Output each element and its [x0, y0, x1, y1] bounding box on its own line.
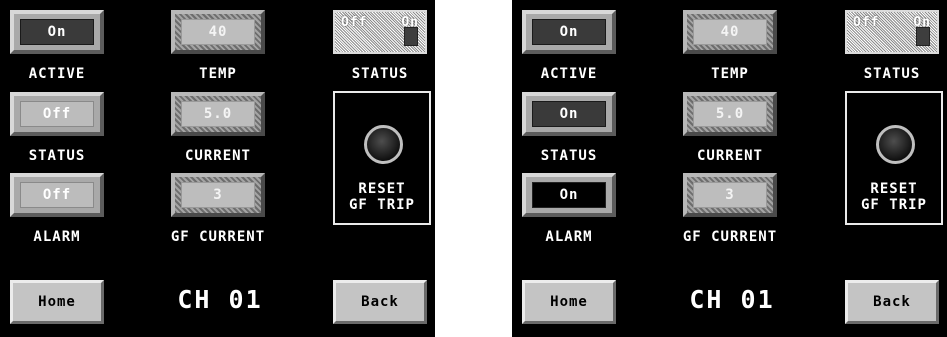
active-indicator[interactable]: On — [10, 10, 104, 54]
status-value: On — [532, 101, 606, 127]
home-button[interactable]: Home — [522, 280, 616, 324]
current-display: 5.0 — [171, 92, 265, 136]
alarm-value: On — [532, 182, 606, 208]
current-label: CURRENT — [696, 148, 763, 164]
alarm-indicator[interactable]: On — [522, 173, 616, 217]
reset-gf-trip-button[interactable]: RESET GF TRIP — [845, 91, 943, 225]
temp-value: 40 — [181, 19, 255, 45]
gf-current-display: 3 — [171, 173, 265, 217]
alarm-label: ALARM — [545, 229, 593, 245]
alarm-value: Off — [20, 182, 94, 208]
active-value: On — [20, 19, 94, 45]
active-indicator[interactable]: On — [522, 10, 616, 54]
temp-display: 40 — [171, 10, 265, 54]
alarm-label: ALARM — [33, 229, 81, 245]
status-toggle-off-text: Off — [853, 15, 880, 30]
temp-display: 40 — [683, 10, 777, 54]
current-display: 5.0 — [683, 92, 777, 136]
gf-current-display: 3 — [683, 173, 777, 217]
status-toggle-label: STATUS — [351, 66, 409, 82]
hmi-screen-left: On ACTIVE 40 TEMP Off On STATUS Off STAT… — [0, 0, 435, 337]
toggle-knob-icon — [404, 27, 418, 46]
gf-current-value: 3 — [693, 182, 767, 208]
channel-title: CH 01 — [689, 285, 775, 314]
status-indicator[interactable]: Off — [10, 92, 104, 136]
toggle-knob-icon — [916, 27, 930, 46]
gf-current-label: GF CURRENT — [170, 229, 266, 245]
status-toggle[interactable]: Off On — [845, 10, 939, 54]
home-button[interactable]: Home — [10, 280, 104, 324]
gf-current-label: GF CURRENT — [682, 229, 778, 245]
reset-knob-icon — [364, 125, 403, 164]
status-value: Off — [20, 101, 94, 127]
current-label: CURRENT — [184, 148, 251, 164]
reset-label-line1: RESET — [358, 181, 406, 197]
back-button[interactable]: Back — [845, 280, 939, 324]
hmi-screen-right: On ACTIVE 40 TEMP Off On STATUS On STATU… — [512, 0, 947, 337]
reset-gf-trip-button[interactable]: RESET GF TRIP — [333, 91, 431, 225]
reset-label-line1: RESET — [870, 181, 918, 197]
reset-label-line2: GF TRIP — [860, 197, 927, 213]
reset-label-line2: GF TRIP — [348, 197, 415, 213]
reset-gf-trip-label: RESET GF TRIP — [335, 181, 429, 213]
back-button[interactable]: Back — [333, 280, 427, 324]
reset-knob-icon — [876, 125, 915, 164]
current-value: 5.0 — [693, 101, 767, 127]
status-label: STATUS — [28, 148, 86, 164]
active-label: ACTIVE — [28, 66, 86, 82]
channel-title: CH 01 — [177, 285, 263, 314]
current-value: 5.0 — [181, 101, 255, 127]
active-label: ACTIVE — [540, 66, 598, 82]
reset-gf-trip-label: RESET GF TRIP — [847, 181, 941, 213]
status-toggle[interactable]: Off On — [333, 10, 427, 54]
status-toggle-label: STATUS — [863, 66, 921, 82]
temp-label: TEMP — [199, 66, 237, 82]
alarm-indicator[interactable]: Off — [10, 173, 104, 217]
status-label: STATUS — [540, 148, 598, 164]
status-toggle-off-text: Off — [341, 15, 368, 30]
gf-current-value: 3 — [181, 182, 255, 208]
active-value: On — [532, 19, 606, 45]
status-indicator[interactable]: On — [522, 92, 616, 136]
temp-label: TEMP — [711, 66, 749, 82]
temp-value: 40 — [693, 19, 767, 45]
